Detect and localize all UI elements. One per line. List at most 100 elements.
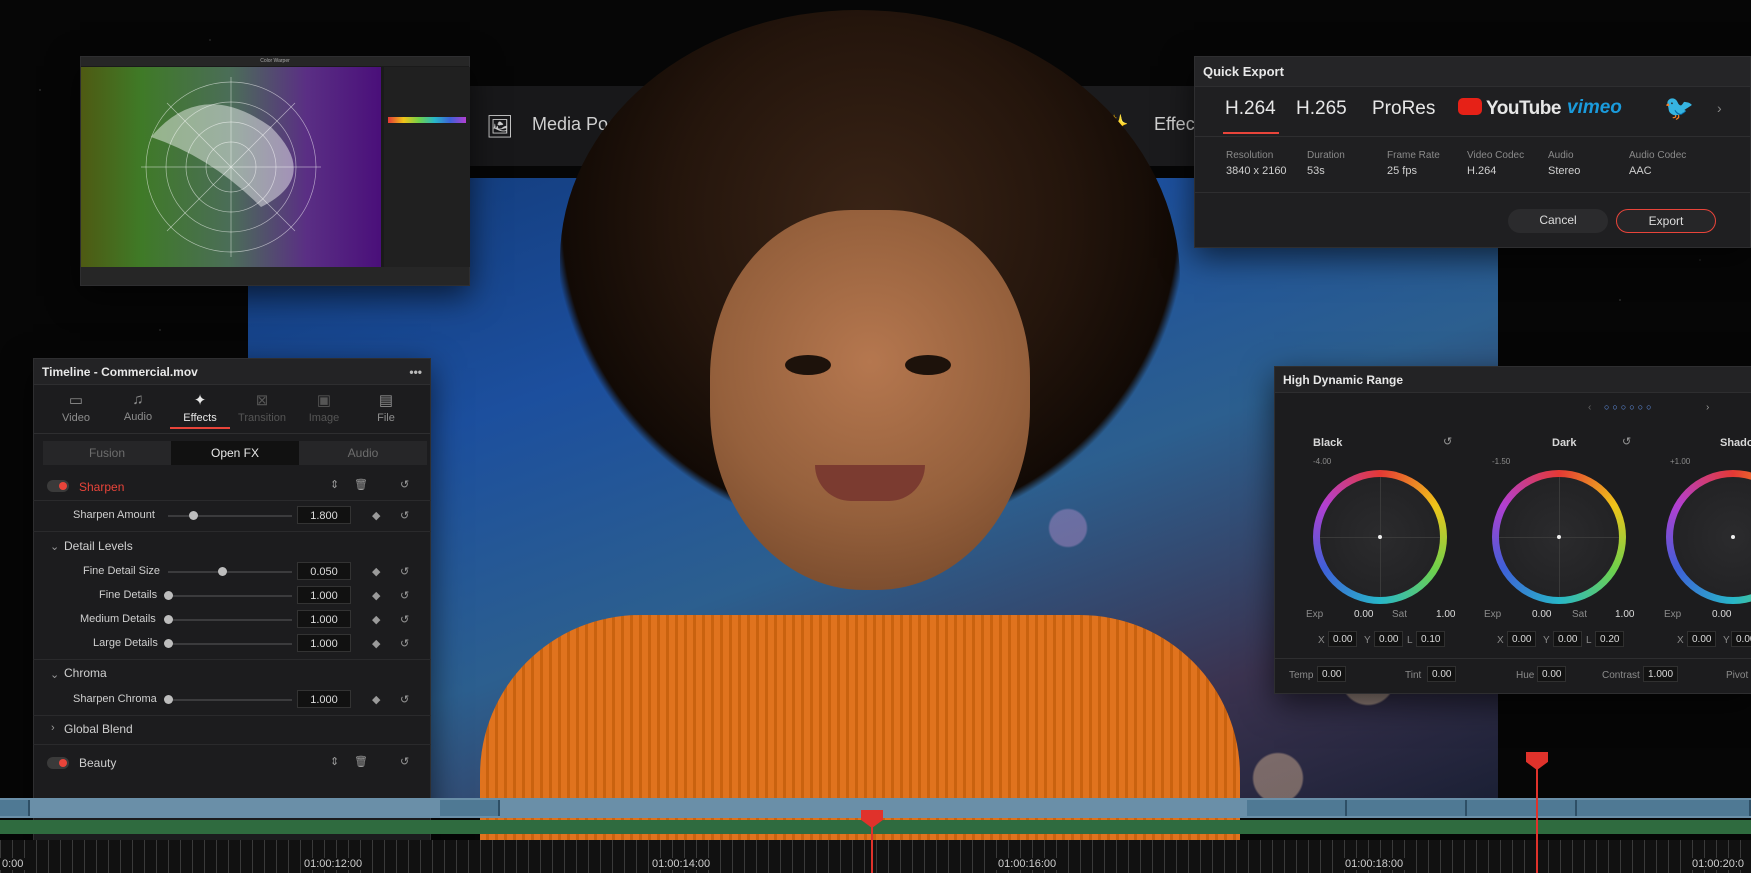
contrast-field[interactable]: 1.000 (1643, 666, 1679, 682)
clip[interactable] (1467, 800, 1577, 816)
wheel-dark-exp[interactable]: 0.00 (1532, 609, 1551, 620)
hue-range-bar[interactable] (388, 117, 466, 123)
medium-details-field[interactable]: 1.000 (297, 610, 351, 628)
large-details-knob[interactable] (164, 639, 173, 648)
reset-icon[interactable]: ↺ (400, 478, 409, 491)
subtab-openfx[interactable]: Open FX (171, 441, 299, 465)
fine-detail-size-slider[interactable] (168, 571, 292, 573)
wheel-shadow-x[interactable]: 0.00 (1687, 631, 1717, 647)
keyframe-icon[interactable]: ◆ (372, 589, 380, 602)
keyframe-icon[interactable]: ◆ (372, 637, 380, 650)
chevron-left-icon[interactable]: ‹ (1588, 402, 1591, 413)
reset-icon[interactable]: ↺ (400, 637, 409, 650)
wheel-black-sat[interactable]: 1.00 (1436, 609, 1455, 620)
large-details-slider[interactable] (168, 643, 292, 645)
beauty-toggle[interactable] (47, 757, 69, 769)
format-h265[interactable]: H.265 (1296, 98, 1347, 120)
wheel-dark-l[interactable]: 0.20 (1595, 631, 1625, 647)
hue-field[interactable]: 0.00 (1537, 666, 1567, 682)
media-pool-icon[interactable]: 🖼 (486, 114, 514, 140)
chevron-down-icon[interactable]: ⌄ (50, 540, 59, 553)
temp-field[interactable]: 0.00 (1317, 666, 1347, 682)
marker-handle[interactable] (1526, 752, 1548, 770)
marker-line[interactable] (1536, 752, 1538, 873)
reset-icon[interactable]: ↺ (400, 755, 409, 768)
more-options-icon[interactable]: ••• (409, 359, 422, 385)
tab-video[interactable]: ▭ Video (46, 391, 106, 424)
timeline-ruler[interactable] (0, 840, 1751, 873)
tab-transition[interactable]: ⊠ Transition (232, 391, 292, 424)
clip[interactable] (0, 800, 30, 816)
reorder-icon[interactable]: ⇕ (330, 755, 339, 768)
sharpen-chroma-field[interactable]: 1.000 (297, 690, 351, 708)
chevron-right-icon[interactable]: › (51, 722, 55, 734)
wheel-shadow-exp[interactable]: 0.00 (1712, 609, 1731, 620)
sharpen-amount-slider[interactable] (168, 515, 292, 517)
reset-icon[interactable]: ↺ (400, 589, 409, 602)
fine-details-slider[interactable] (168, 595, 292, 597)
wheel-black-l[interactable]: 0.10 (1416, 631, 1446, 647)
clip[interactable] (1347, 800, 1467, 816)
reset-icon[interactable]: ↺ (400, 613, 409, 626)
twitter-icon[interactable]: 🐦 (1664, 94, 1694, 123)
chevron-right-icon[interactable]: › (1717, 100, 1722, 116)
wheel-dark-sat[interactable]: 1.00 (1615, 609, 1634, 620)
tint-field[interactable]: 0.00 (1427, 666, 1457, 682)
tab-effects[interactable]: ✦ Effects (170, 391, 230, 424)
export-button[interactable]: Export (1616, 209, 1716, 233)
keyframe-icon[interactable]: ◆ (372, 509, 380, 522)
effects-icon[interactable]: ✨ (1106, 114, 1128, 135)
global-blend-label[interactable]: Global Blend (64, 722, 133, 736)
format-youtube[interactable]: YouTube (1486, 98, 1561, 120)
tab-file[interactable]: ▤ File (356, 391, 416, 424)
keyframe-icon[interactable]: ◆ (372, 693, 380, 706)
format-prores[interactable]: ProRes (1372, 98, 1435, 120)
format-h264[interactable]: H.264 (1225, 98, 1276, 120)
fine-detail-size-knob[interactable] (218, 567, 227, 576)
wheel-dark-y[interactable]: 0.00 (1553, 631, 1583, 647)
detail-levels-label[interactable]: Detail Levels (64, 539, 133, 553)
reset-icon[interactable]: ↺ (400, 509, 409, 522)
sharpen-amount-field[interactable]: 1.800 (297, 506, 351, 524)
subtab-fusion[interactable]: Fusion (43, 441, 171, 465)
color-warper-grid[interactable] (81, 67, 381, 267)
fine-detail-size-field[interactable]: 0.050 (297, 562, 351, 580)
medium-details-slider[interactable] (168, 619, 292, 621)
wheel-black-exp[interactable]: 0.00 (1354, 609, 1373, 620)
cancel-button[interactable]: Cancel (1508, 209, 1608, 233)
clip[interactable] (1577, 800, 1751, 816)
youtube-icon[interactable] (1458, 98, 1482, 115)
media-pool-button[interactable]: Media Pool (532, 114, 622, 135)
reset-icon[interactable]: ↺ (1443, 435, 1452, 448)
wheel-center-dot[interactable] (1731, 535, 1735, 539)
sharpen-chroma-knob[interactable] (164, 695, 173, 704)
chevron-right-icon[interactable]: › (1706, 402, 1709, 413)
tab-audio[interactable]: ♫ Audio (108, 391, 168, 423)
wheel-black-x[interactable]: 0.00 (1328, 631, 1358, 647)
color-warper-tools[interactable] (384, 67, 470, 267)
wheel-shadow-y[interactable]: 0.00 (1731, 631, 1751, 647)
wheel-center-dot[interactable] (1557, 535, 1561, 539)
fine-details-field[interactable]: 1.000 (297, 586, 351, 604)
reset-icon[interactable]: ↺ (400, 565, 409, 578)
wheel-black-y[interactable]: 0.00 (1374, 631, 1404, 647)
trash-icon[interactable]: 🗑 (354, 478, 368, 491)
wheel-dark-x[interactable]: 0.00 (1507, 631, 1537, 647)
reorder-icon[interactable]: ⇕ (330, 478, 339, 491)
effects-button[interactable]: Effec (1154, 114, 1195, 135)
large-details-field[interactable]: 1.000 (297, 634, 351, 652)
clip[interactable] (1247, 800, 1347, 816)
chroma-label[interactable]: Chroma (64, 666, 107, 680)
medium-details-knob[interactable] (164, 615, 173, 624)
reset-icon[interactable]: ↺ (400, 693, 409, 706)
sharpen-amount-knob[interactable] (189, 511, 198, 520)
warper-mesh[interactable] (81, 67, 381, 267)
chevron-down-icon[interactable]: ⌄ (50, 668, 59, 681)
sharpen-toggle[interactable] (47, 480, 69, 492)
reset-icon[interactable]: ↺ (1622, 435, 1631, 448)
keyframe-icon[interactable]: ◆ (372, 565, 380, 578)
subtab-audio[interactable]: Audio (299, 441, 427, 465)
wheel-center-dot[interactable] (1378, 535, 1382, 539)
format-vimeo[interactable]: vimeo (1567, 97, 1622, 119)
sharpen-chroma-slider[interactable] (168, 699, 292, 701)
